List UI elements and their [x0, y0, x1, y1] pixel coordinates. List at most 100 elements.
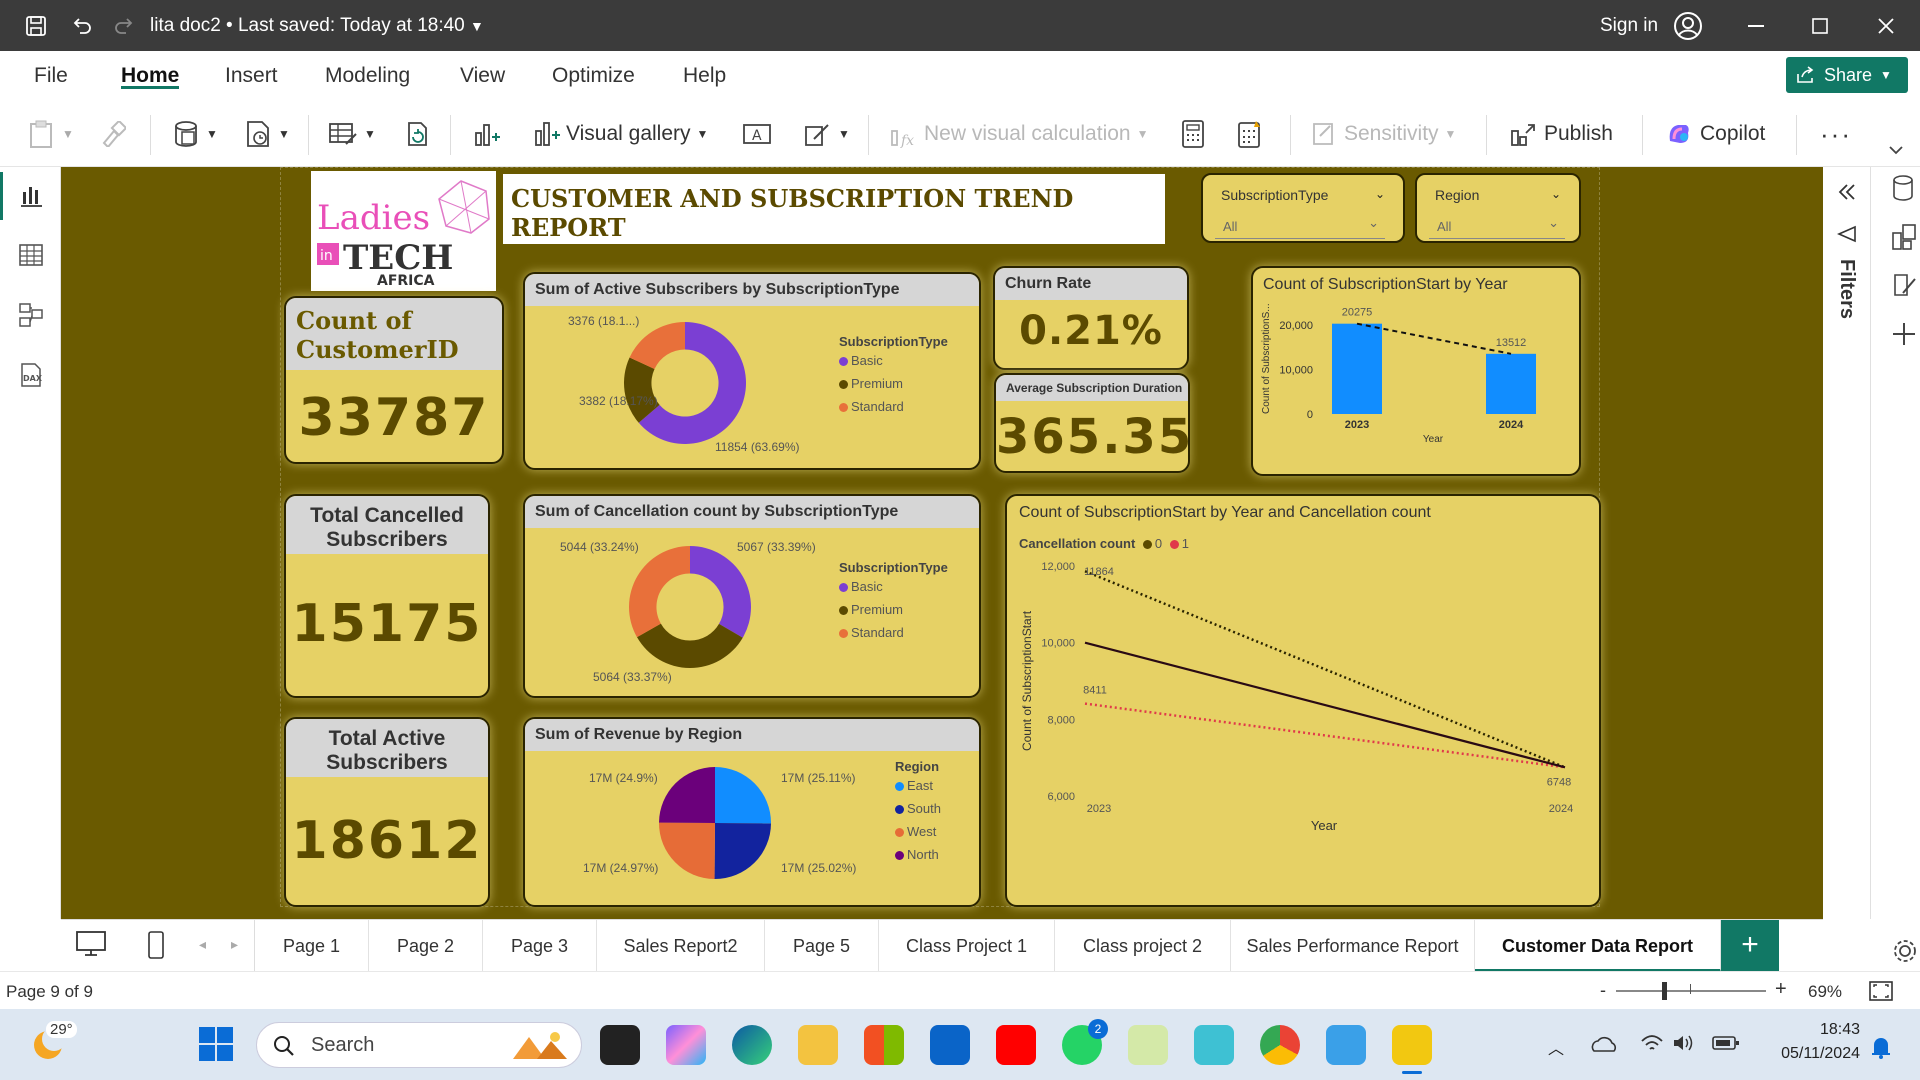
chart-revenue-by-region-pie[interactable]: Sum of Revenue by Region 17M (24.9%) 17M… — [523, 717, 981, 907]
youtube-icon[interactable] — [996, 1025, 1036, 1065]
legend-item-premium[interactable]: Premium — [839, 602, 948, 617]
maximize-icon[interactable] — [1802, 0, 1838, 51]
slice-basic[interactable] — [690, 546, 751, 638]
slice-south[interactable] — [714, 823, 771, 879]
chevron-down-icon[interactable]: ▼ — [470, 18, 484, 34]
bar-2024[interactable] — [1486, 353, 1536, 414]
kpi-card-customer-count[interactable]: Count of CustomerID 33787 — [284, 296, 504, 464]
close-icon[interactable] — [1868, 0, 1904, 51]
slice-west[interactable] — [659, 822, 715, 879]
legend-item-north[interactable]: North — [895, 847, 941, 862]
more-visuals-button[interactable]: ▼ — [802, 113, 850, 155]
legend-item-0[interactable]: 0 — [1142, 536, 1162, 551]
start-windows-icon[interactable] — [198, 1026, 234, 1062]
menu-view[interactable]: View — [460, 64, 505, 88]
chrome-icon[interactable] — [1260, 1025, 1300, 1065]
notifications-bell-icon[interactable] — [1870, 1035, 1892, 1059]
tab-page-3[interactable]: Page 3 — [483, 920, 597, 972]
add-pane-icon[interactable] — [1891, 321, 1917, 347]
legend-item-basic[interactable]: Basic — [839, 353, 948, 368]
text-box-button[interactable]: A — [742, 113, 772, 155]
ribbon-collapse-icon[interactable] — [1888, 129, 1904, 171]
filters-pane-collapsed[interactable]: Filters — [1823, 167, 1871, 919]
legend-item-standard[interactable]: Standard — [839, 625, 948, 640]
legend-item-west[interactable]: West — [895, 824, 941, 839]
share-button[interactable]: Share ▼ — [1786, 57, 1908, 93]
bar-2023[interactable] — [1332, 323, 1382, 414]
legend-item-premium[interactable]: Premium — [839, 376, 948, 391]
save-icon[interactable] — [18, 0, 54, 51]
fit-to-page-icon[interactable] — [1868, 980, 1894, 1002]
edge-browser-icon[interactable] — [732, 1025, 772, 1065]
slicer-subscription-type[interactable]: SubscriptionType ⌄ All ⌄ — [1201, 173, 1405, 243]
power-bi-icon[interactable] — [1392, 1025, 1432, 1065]
more-options-icon[interactable]: ··· — [1820, 113, 1852, 155]
publish-button[interactable]: Publish — [1508, 113, 1613, 155]
mobile-layout-icon[interactable] — [147, 930, 165, 960]
menu-file[interactable]: File — [34, 64, 68, 88]
outlook-icon[interactable] — [930, 1025, 970, 1065]
chart-active-subscribers-donut[interactable]: Sum of Active Subscribers by Subscriptio… — [523, 272, 981, 470]
slice-premium[interactable] — [636, 623, 743, 668]
report-view-icon[interactable] — [18, 182, 44, 208]
snipping-tool-icon[interactable] — [1128, 1025, 1168, 1065]
legend-item-standard[interactable]: Standard — [839, 399, 948, 414]
tab-class-project-1[interactable]: Class Project 1 — [879, 920, 1055, 972]
slice-east[interactable] — [715, 767, 771, 824]
tab-page-2[interactable]: Page 2 — [369, 920, 483, 972]
minimize-icon[interactable] — [1738, 0, 1774, 51]
menu-insert[interactable]: Insert — [225, 64, 278, 88]
volume-icon[interactable] — [1672, 1033, 1696, 1053]
redo-icon[interactable] — [106, 0, 142, 51]
next-page-icon[interactable]: ▸ — [231, 936, 238, 953]
slice-north[interactable] — [659, 767, 715, 823]
visualizations-pane-icon[interactable] — [1891, 223, 1917, 251]
chart-subscription-start-by-cancellation-line[interactable]: Count of SubscriptionStart by Year and C… — [1005, 494, 1601, 907]
tab-sales-report2[interactable]: Sales Report2 — [597, 920, 765, 972]
battery-icon[interactable] — [1712, 1035, 1740, 1051]
settings-gear-icon[interactable] — [1891, 937, 1919, 965]
slice-standard[interactable] — [629, 546, 690, 638]
data-pane-icon[interactable] — [1891, 175, 1915, 201]
legend-item-east[interactable]: East — [895, 778, 941, 793]
format-pane-icon[interactable] — [1891, 271, 1917, 299]
kpi-card-total-cancelled[interactable]: Total Cancelled Subscribers 15175 — [284, 494, 490, 698]
refresh-button[interactable] — [404, 113, 432, 155]
document-title[interactable]: lita doc2 • Last saved: Today at 18:40 ▼ — [150, 0, 484, 51]
kpi-card-total-active[interactable]: Total Active Subscribers 18612 — [284, 717, 490, 907]
tab-sales-performance-report[interactable]: Sales Performance Report — [1231, 920, 1475, 972]
legend-item-basic[interactable]: Basic — [839, 579, 948, 594]
legend-item-south[interactable]: South — [895, 801, 941, 816]
clock-date[interactable]: 05/11/2024 — [1752, 1045, 1860, 1063]
tab-class-project-2[interactable]: Class project 2 — [1055, 920, 1231, 972]
legend-item-1[interactable]: 1 — [1169, 536, 1189, 551]
add-page-button[interactable]: + — [1721, 920, 1779, 972]
new-visual-calculation-button[interactable]: fx New visual calculation ▼ — [888, 113, 1149, 155]
chart-subscription-start-by-year-bar[interactable]: Count of SubscriptionStart by Year 0 10,0… — [1251, 266, 1581, 476]
kpi-card-avg-subscription-duration[interactable]: Average Subscription Duration 365.35 — [994, 373, 1190, 473]
wifi-icon[interactable] — [1640, 1033, 1664, 1053]
format-painter-button[interactable] — [100, 113, 126, 155]
zoom-slider-handle[interactable] — [1662, 982, 1667, 1000]
microsoft-store-icon[interactable] — [864, 1025, 904, 1065]
new-measure-button[interactable] — [1180, 113, 1206, 155]
new-visual-button[interactable] — [472, 113, 500, 155]
chart-cancellation-donut[interactable]: Sum of Cancellation count by Subscriptio… — [523, 494, 981, 698]
quick-measure-button[interactable] — [1236, 113, 1264, 155]
paste-button[interactable]: ▼ — [28, 113, 82, 155]
clock-time[interactable]: 18:43 — [1768, 1021, 1860, 1039]
copilot-button[interactable]: Copilot — [1664, 113, 1765, 155]
previous-page-icon[interactable]: ◂ — [199, 936, 206, 953]
undo-icon[interactable] — [64, 0, 100, 51]
task-view-icon[interactable] — [600, 1025, 640, 1065]
zoom-slider[interactable] — [1616, 990, 1766, 992]
slicer-dropdown[interactable]: All ⌄ — [1429, 213, 1565, 239]
chevron-down-icon[interactable]: ⌄ — [1375, 187, 1385, 201]
menu-home[interactable]: Home — [121, 64, 179, 88]
recent-sources-button[interactable]: ▼ — [244, 113, 290, 155]
tab-customer-data-report[interactable]: Customer Data Report — [1475, 920, 1721, 972]
slicer-region[interactable]: Region ⌄ All ⌄ — [1415, 173, 1581, 243]
tab-page-1[interactable]: Page 1 — [255, 920, 369, 972]
kpi-card-churn-rate[interactable]: Churn Rate 0.21% — [993, 266, 1189, 370]
slicer-dropdown[interactable]: All ⌄ — [1215, 213, 1385, 239]
